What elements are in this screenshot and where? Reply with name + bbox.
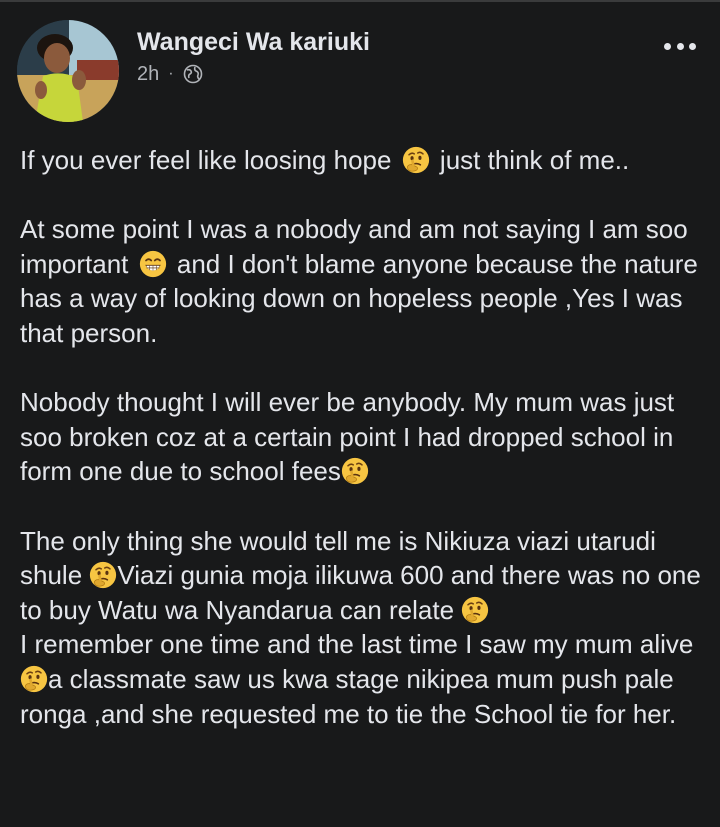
thinking-face-emoji [20,665,48,693]
thinking-face-emoji [402,146,430,174]
more-options-button[interactable] [664,40,696,52]
text-span: I remember one time and the last time I … [20,629,694,660]
more-dot [664,42,671,50]
post-time[interactable]: 2h [137,63,159,86]
post-meta: 2h · [137,62,203,86]
paragraph-4: The only thing she would tell me is Niki… [20,524,710,628]
avatar[interactable] [17,20,119,122]
top-divider [0,0,720,2]
text-span: Viazi gunia moja ilikuwa 600 and there w… [20,560,701,625]
post-card: Wangeci Wa kariuki 2h · If you ever feel… [0,0,720,827]
text-span: If you ever feel like loosing hope [20,145,392,175]
paragraph-5: I remember one time and the last time I … [20,627,710,731]
author-name[interactable]: Wangeci Wa kariuki [137,28,370,57]
post-text: If you ever feel like loosing hope just … [20,143,710,731]
profile-photo [17,20,119,122]
globe-icon [183,64,202,84]
thinking-face-emoji [341,457,369,485]
more-dot [689,42,696,50]
grinning-face-emoji [139,250,167,278]
paragraph-1: If you ever feel like loosing hope just … [20,143,710,178]
text-span: just think of me.. [439,145,630,175]
thinking-face-emoji [461,596,489,624]
meta-separator: · [168,65,174,82]
thinking-face-emoji [89,561,117,589]
more-dot [676,42,684,50]
text-span: a classmate saw us kwa stage nikipea mum… [20,663,677,729]
paragraph-3: Nobody thought I will ever be anybody. M… [20,385,710,489]
paragraph-2: At some point I was a nobody and am not … [20,212,710,350]
